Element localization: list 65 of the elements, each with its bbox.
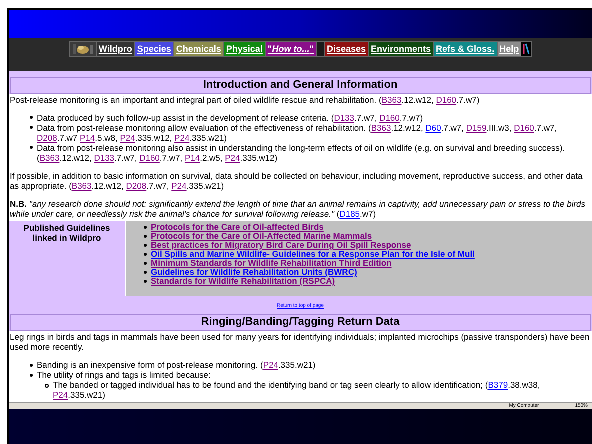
list-item-text: Data from post-release monitoring allow evaluation of the effectiveness of rehabilitation. (B363.12.w12, D60.7.w7, D159.III.w3, D160.7.w7, D208.7.w7 P14.5.w8, P24.335.w12, P24.335.w21) xyxy=(37,122,558,143)
bullet-icon xyxy=(144,280,147,283)
citation-link[interactable]: B363 xyxy=(371,122,392,133)
citation-link[interactable]: P14 xyxy=(184,152,200,163)
bullet-icon xyxy=(144,270,147,274)
list-item-text: Banding is an inexpensive form of post-release monitoring. (P24.335.w21) xyxy=(37,360,316,370)
nav-link[interactable]: Diseases xyxy=(324,42,368,56)
guideline-link[interactable]: Minimum Standards for Wildlife Rehabilitation Third Edition xyxy=(151,258,392,268)
citation-link[interactable]: D208 xyxy=(37,132,58,143)
section-heading: Introduction and General Information xyxy=(10,76,591,94)
nav-link[interactable]: Chemicals xyxy=(173,42,224,56)
nav-link[interactable]: Environments xyxy=(368,42,434,56)
guideline-link[interactable]: Protocols for the Care of Oil-Affected Marine Mammals xyxy=(151,231,372,242)
citation-link[interactable]: D160 xyxy=(380,112,400,123)
citation-link[interactable]: D159 xyxy=(466,122,487,133)
nav-link[interactable]: Species xyxy=(134,42,174,56)
citation-link[interactable]: B363 xyxy=(40,152,60,163)
bullet-icon xyxy=(144,226,147,229)
nav-link[interactable]: Refs & Gloss. xyxy=(433,42,497,56)
citation-link[interactable]: D60 xyxy=(426,122,442,133)
emblem-icon[interactable] xyxy=(521,42,532,56)
bullet-icon xyxy=(45,384,49,388)
citation-link[interactable]: B363 xyxy=(382,94,402,105)
bullet-icon xyxy=(30,146,33,150)
guideline-link[interactable]: Oil Spills and Marine Wildlife- Guidelines for a Response Plan for the Isle of Mull xyxy=(151,249,475,260)
paragraph: Leg rings in birds and tags in mammals have been used for many years for identifying individuals; implanted microchips (passive transponders) have been used more recently. xyxy=(10,332,591,352)
citation-link[interactable]: D160 xyxy=(436,94,457,105)
citation-link[interactable]: D133 xyxy=(94,152,115,163)
citation-link[interactable]: P24 xyxy=(174,132,190,143)
list-item-text: Data from post-release monitoring also assist in understanding the long-term effects of oil on wildlife (e.g. on survival and breeding success). (B363.12.w12, D133.7.w7, D160.7.w7, P14.2.w5, P24.335.w12) xyxy=(37,142,566,163)
citation-link[interactable]: P24 xyxy=(120,132,136,143)
citation-link[interactable]: P24 xyxy=(53,390,68,400)
bullet-icon xyxy=(144,244,147,247)
citation-link[interactable]: D133 xyxy=(334,112,355,123)
paragraph: Post-release monitoring is an important and integral part of oiled wildlife rescue and rehabilitation. (B363.12.w12, D160.7.w7) xyxy=(10,94,481,105)
paragraph: If possible, in addition to basic information on survival, data should be collected on behaviour, including movement, reproductive success, and other data as appropriate. (B363.12.w12, D208.7.w7, P24.335.w21) xyxy=(10,170,584,191)
section-heading: Ringing/Banding/Tagging Return Data xyxy=(10,314,591,331)
citation-link[interactable]: D185 xyxy=(340,208,360,219)
list-item-text: The utility of rings and tags is limited because: xyxy=(37,370,211,380)
citation-link[interactable]: D160 xyxy=(514,122,534,133)
guideline-link[interactable]: Guidelines for Wildlife Rehabilitation Units (BWRC) xyxy=(151,267,358,278)
bullet-icon xyxy=(144,234,147,238)
guideline-link[interactable]: Protocols for the Care of Oil-affected Birds xyxy=(151,222,324,232)
nav-link[interactable]: Physical xyxy=(223,42,265,56)
list-item-text: Data produced by such follow-up assist in the development of release criteria. (D133.7.w7, D160.7.w7) xyxy=(37,112,424,123)
nav-link[interactable]: "How to..." xyxy=(264,42,316,56)
citation-link[interactable]: P24 xyxy=(263,360,278,370)
bullet-icon xyxy=(144,262,147,265)
bullet-icon xyxy=(30,116,33,120)
bullet-icon xyxy=(144,252,147,256)
guideline-link[interactable]: Standards for Wildlife Rehabilitation (RSPCA) xyxy=(151,276,336,286)
citation-link[interactable]: P24 xyxy=(225,152,240,163)
citation-link[interactable]: B363 xyxy=(72,180,92,191)
guideline-link[interactable]: Best practices for Migratory Bird Care During Oil Spill Response xyxy=(151,240,412,250)
bullet-icon xyxy=(30,374,33,376)
citation-link[interactable]: D208 xyxy=(126,180,147,191)
nav-link[interactable]: Wildpro xyxy=(96,42,134,56)
paragraph: N.B. "any research done should not: significantly extend the length of time that an animal remains in captivity, add unnecessary pain or stress to the birds while under care, or needlessly risk the animal's chance for survival following release." (D185.w7) xyxy=(10,198,587,219)
bullet-icon xyxy=(30,364,33,366)
bullet-icon xyxy=(30,126,33,130)
citation-link[interactable]: B379 xyxy=(488,380,508,390)
list-item-text: The banded or tagged individual has to be found and the identifying band or tag seen clearly to allow identification; (B379.38.w38, P24.335.w21) xyxy=(53,380,542,400)
citation-link[interactable]: P24 xyxy=(172,180,187,191)
citation-link[interactable]: D160 xyxy=(140,152,160,163)
citation-link[interactable]: P14 xyxy=(80,132,96,143)
